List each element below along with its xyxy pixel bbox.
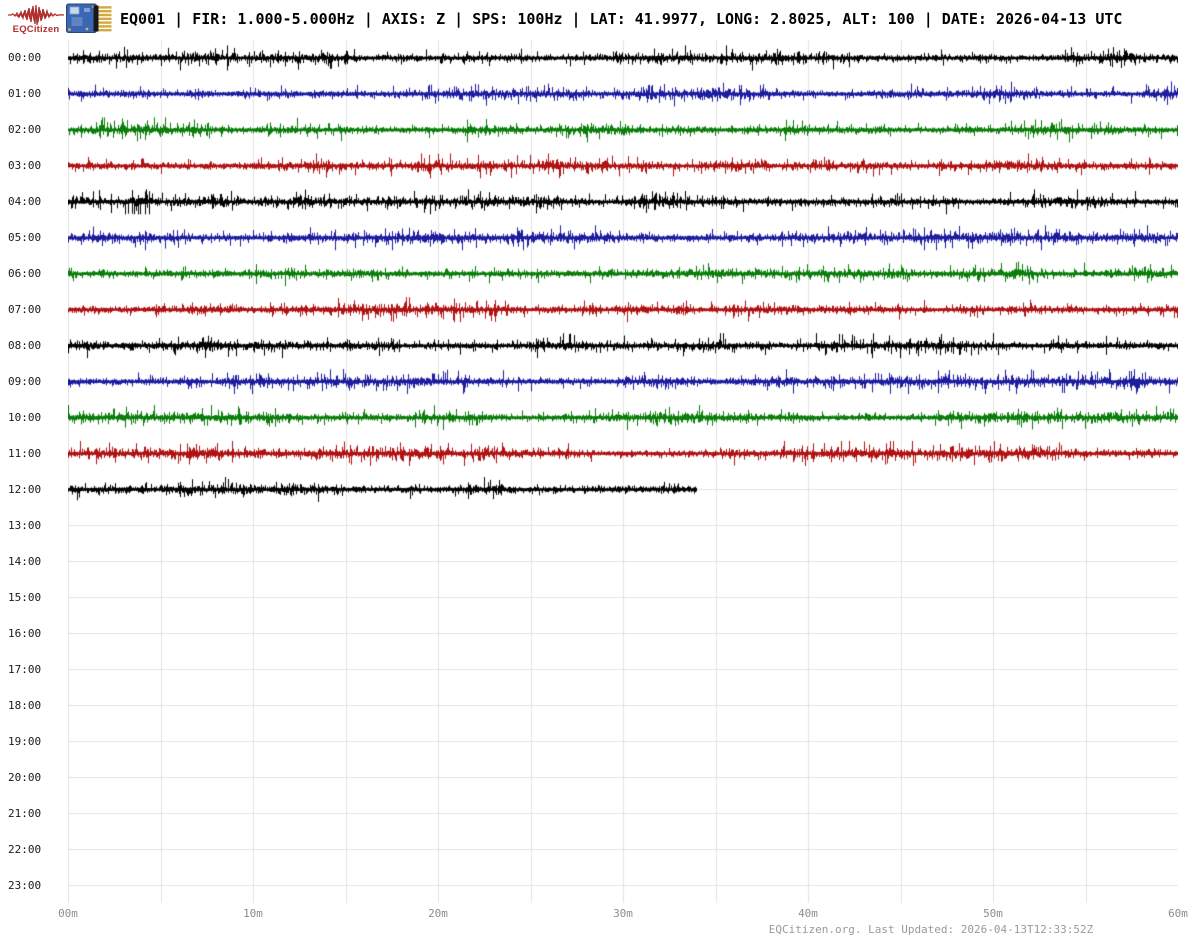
x-axis-tick-label: 30m xyxy=(613,907,633,920)
hour-label: 23:00 xyxy=(8,879,44,892)
helicorder-page: { "header": { "title": "EQ001 | FIR: 1.0… xyxy=(0,0,1200,940)
x-axis-tick-label: 10m xyxy=(243,907,263,920)
sensor-board-icon xyxy=(66,3,112,38)
x-axis-tick-label: 00m xyxy=(58,907,78,920)
seismogram-burst-icon xyxy=(8,4,64,26)
hour-label: 14:00 xyxy=(8,555,44,568)
hour-label: 07:00 xyxy=(8,303,44,316)
hour-label: 15:00 xyxy=(8,591,44,604)
hour-label: 09:00 xyxy=(8,375,44,388)
hour-label: 12:00 xyxy=(8,483,44,496)
hour-label: 22:00 xyxy=(8,843,44,856)
hour-label: 13:00 xyxy=(8,519,44,532)
helicorder-plot xyxy=(68,40,1178,903)
hour-label: 16:00 xyxy=(8,627,44,640)
hour-label: 10:00 xyxy=(8,411,44,424)
hour-label: 19:00 xyxy=(8,735,44,748)
page-title: EQ001 | FIR: 1.000-5.000Hz | AXIS: Z | S… xyxy=(120,10,1122,28)
hour-label: 08:00 xyxy=(8,339,44,352)
hour-label: 11:00 xyxy=(8,447,44,460)
hour-label: 18:00 xyxy=(8,699,44,712)
hour-label: 05:00 xyxy=(8,231,44,244)
x-axis-tick-label: 40m xyxy=(798,907,818,920)
hour-label: 06:00 xyxy=(8,267,44,280)
hour-label: 00:00 xyxy=(8,51,44,64)
footer-credit: EQCitizen.org. Last Updated: 2026-04-13T… xyxy=(769,923,1094,936)
hour-label: 01:00 xyxy=(8,87,44,100)
eqcitizen-logo: EQCitizen xyxy=(8,4,64,34)
hour-label: 03:00 xyxy=(8,159,44,172)
logo-wordmark: EQCitizen xyxy=(8,24,64,35)
hour-label: 17:00 xyxy=(8,663,44,676)
x-axis-tick-label: 50m xyxy=(983,907,1003,920)
hour-label: 20:00 xyxy=(8,771,44,784)
x-axis-tick-label: 60m xyxy=(1168,907,1188,920)
hour-label: 21:00 xyxy=(8,807,44,820)
hour-label: 04:00 xyxy=(8,195,44,208)
x-axis-tick-label: 20m xyxy=(428,907,448,920)
hour-label: 02:00 xyxy=(8,123,44,136)
